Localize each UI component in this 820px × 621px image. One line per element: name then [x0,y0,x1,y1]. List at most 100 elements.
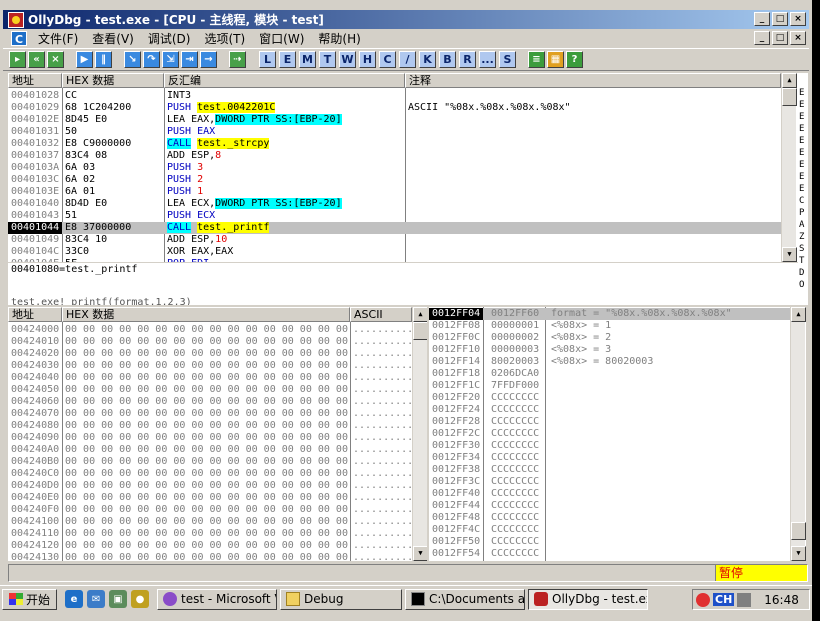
col-header-hex[interactable]: HEX 数据 [62,73,164,88]
cpu-button[interactable]: C [379,51,396,68]
close-debuggee-icon[interactable]: × [47,51,64,68]
desktop-icon[interactable]: ▣ [109,590,128,608]
stack-row[interactable]: 0012FF28 CCCCCCCC [429,416,790,428]
modules-button[interactable]: E [279,51,296,68]
scroll-thumb[interactable] [782,88,797,106]
trace-into-icon[interactable]: ⇲ [162,51,179,68]
dump-header-address[interactable]: 地址 [8,307,62,322]
col-header-comment[interactable]: 注释 [405,73,781,88]
task-visual-studio[interactable]: test - Microsoft Vi... [157,588,278,610]
disasm-scrollbar[interactable]: ▲ ▼ [781,73,797,262]
scroll-down-icon[interactable]: ▼ [782,247,797,262]
minimize-button[interactable]: _ [754,12,770,26]
menu-options[interactable]: 选项(T) [197,30,252,47]
task-ollydbg[interactable]: OllyDbg - test.ex... [528,588,649,610]
disasm-row[interactable]: 00401043 51 PUSH ECX [8,210,781,222]
stack-row[interactable]: 0012FF2C CCCCCCCC [429,428,790,440]
dump-header-ascii[interactable]: ASCII [350,307,412,322]
title-bar[interactable]: OllyDbg - test.exe - [CPU - 主线程, 模块 - te… [3,10,809,29]
step-over-icon[interactable]: ↷ [143,51,160,68]
trace-over-icon[interactable]: ⇥ [181,51,198,68]
ie-icon[interactable]: e [65,590,84,608]
appearance-icon[interactable]: ▦ [547,51,564,68]
disasm-row[interactable]: 0040104E 5F POP EDI [8,258,781,262]
disasm-row[interactable]: 00401032 E8 C9000000 CALL test._strcpy [8,138,781,150]
col-header-address[interactable]: 地址 [8,73,62,88]
registers-pane-edge[interactable]: EEEEEEEEECPAZSTDO [798,73,808,305]
disassembly-pane[interactable]: 地址 HEX 数据 反汇编 注释 00401028 CC INT3 00401029 6… [8,73,798,262]
stack-row[interactable]: 0012FF04 0012FF60 format = "%08x.%08x.%08x… [429,308,790,320]
disasm-row[interactable]: 0040103C 6A 02 PUSH 2 [8,174,781,186]
media-icon[interactable]: ● [131,590,150,608]
disasm-row[interactable]: 00401049 83C4 10 ADD ESP,10 [8,234,781,246]
disasm-row[interactable]: 00401029 68 1C204200 PUSH test.0042201C ASC… [8,102,781,114]
start-button[interactable]: 开始 [2,588,58,610]
stack-row[interactable]: 0012FF50 CCCCCCCC [429,536,790,548]
stack-row[interactable]: 0012FF44 CCCCCCCC [429,500,790,512]
handles-button[interactable]: H [359,51,376,68]
task-debug-folder[interactable]: Debug [280,588,403,610]
stack-row[interactable]: 0012FF34 CCCCCCCC [429,452,790,464]
log-window-button[interactable]: L [259,51,276,68]
dump-scroll-thumb[interactable] [413,322,427,340]
memory-button[interactable]: M [299,51,316,68]
stack-row[interactable]: 0012FF10 00000003 <%08x> = 3 [429,344,790,356]
scroll-up-icon[interactable]: ▲ [782,73,797,88]
stack-row[interactable]: 0012FF24 CCCCCCCC [429,404,790,416]
cpu-window-icon[interactable]: C [11,31,27,46]
menu-help[interactable]: 帮助(H) [311,30,367,47]
child-close-button[interactable]: × [790,31,806,45]
dump-scroll-down-icon[interactable]: ▼ [413,546,427,561]
open-icon[interactable]: ▸ [9,51,26,68]
menu-debug[interactable]: 调试(D) [141,30,198,47]
stack-row[interactable]: 0012FF1C 7FFDF000 [429,380,790,392]
list-icon[interactable]: ≡ [528,51,545,68]
stack-row[interactable]: 0012FF14 80020003 <%08x> = 80020003 [429,356,790,368]
disasm-row[interactable]: 00401037 83C4 08 ADD ESP,8 [8,150,781,162]
dump-scrollbar[interactable]: ▲ ▼ [412,307,427,561]
stack-row[interactable]: 0012FF4C CCCCCCCC [429,524,790,536]
run-trace-button[interactable]: ... [479,51,496,68]
stack-row[interactable]: 0012FF30 CCCCCCCC [429,440,790,452]
stack-row[interactable]: 0012FF0C 00000002 <%08x> = 2 [429,332,790,344]
stack-pane[interactable]: 0012FF04 0012FF60 format = "%08x.%08x.%08x… [429,307,806,561]
language-indicator[interactable]: CH [713,593,735,606]
run-icon[interactable]: ▶ [76,51,93,68]
dump-header-hex[interactable]: HEX 数据 [62,307,350,322]
go-to-icon[interactable]: ⇢ [229,51,246,68]
dump-scroll-up-icon[interactable]: ▲ [413,307,427,322]
antivirus-icon[interactable] [696,592,710,607]
outlook-icon[interactable]: ✉ [87,590,106,608]
stack-scrollbar[interactable]: ▲ ▼ [790,307,806,561]
menu-file[interactable]: 文件(F) [31,30,85,47]
step-into-icon[interactable]: ↘ [124,51,141,68]
disasm-row[interactable]: 00401028 CC INT3 [8,90,781,102]
menu-window[interactable]: 窗口(W) [252,30,311,47]
stack-row[interactable]: 0012FF20 CCCCCCCC [429,392,790,404]
disasm-row[interactable]: 00401040 8D4D E0 LEA ECX,DWORD PTR SS:[EBP… [8,198,781,210]
menu-view[interactable]: 查看(V) [85,30,141,47]
disasm-row[interactable]: 00401044 E8 37000000 CALL test._printf [8,222,781,234]
disasm-row[interactable]: 0040102E 8D45 E0 LEA EAX,DWORD PTR SS:[EBP… [8,114,781,126]
disasm-row[interactable]: 00401031 50 PUSH EAX [8,126,781,138]
breakpoints-button[interactable]: B [439,51,456,68]
info-pane[interactable]: 00401080=test._printf test.exe!_printf(f… [8,263,798,305]
stack-row[interactable]: 0012FF48 CCCCCCCC [429,512,790,524]
stack-row[interactable]: 0012FF3C CCCCCCCC [429,476,790,488]
disasm-row[interactable]: 0040104C 33C0 XOR EAX,EAX [8,246,781,258]
maximize-button[interactable]: □ [772,12,788,26]
child-restore-button[interactable]: □ [772,31,788,45]
help-icon[interactable]: ? [566,51,583,68]
close-button[interactable]: × [790,12,806,26]
stack-row[interactable]: 0012FF08 00000001 <%08x> = 1 [429,320,790,332]
dump-pane[interactable]: 地址 HEX 数据 ASCII 00424000 00 00 00 00 00 0… [8,307,427,561]
stack-scroll-up-icon[interactable]: ▲ [791,307,806,322]
restart-icon[interactable]: « [28,51,45,68]
stack-scroll-thumb[interactable] [791,522,806,540]
execute-till-return-icon[interactable]: → [200,51,217,68]
windows-button[interactable]: W [339,51,356,68]
pause-icon[interactable]: ‖ [95,51,112,68]
task-command-prompt[interactable]: C:\Documents an... [405,588,526,610]
col-header-disasm[interactable]: 反汇编 [164,73,405,88]
stack-scroll-down-icon[interactable]: ▼ [791,546,806,561]
